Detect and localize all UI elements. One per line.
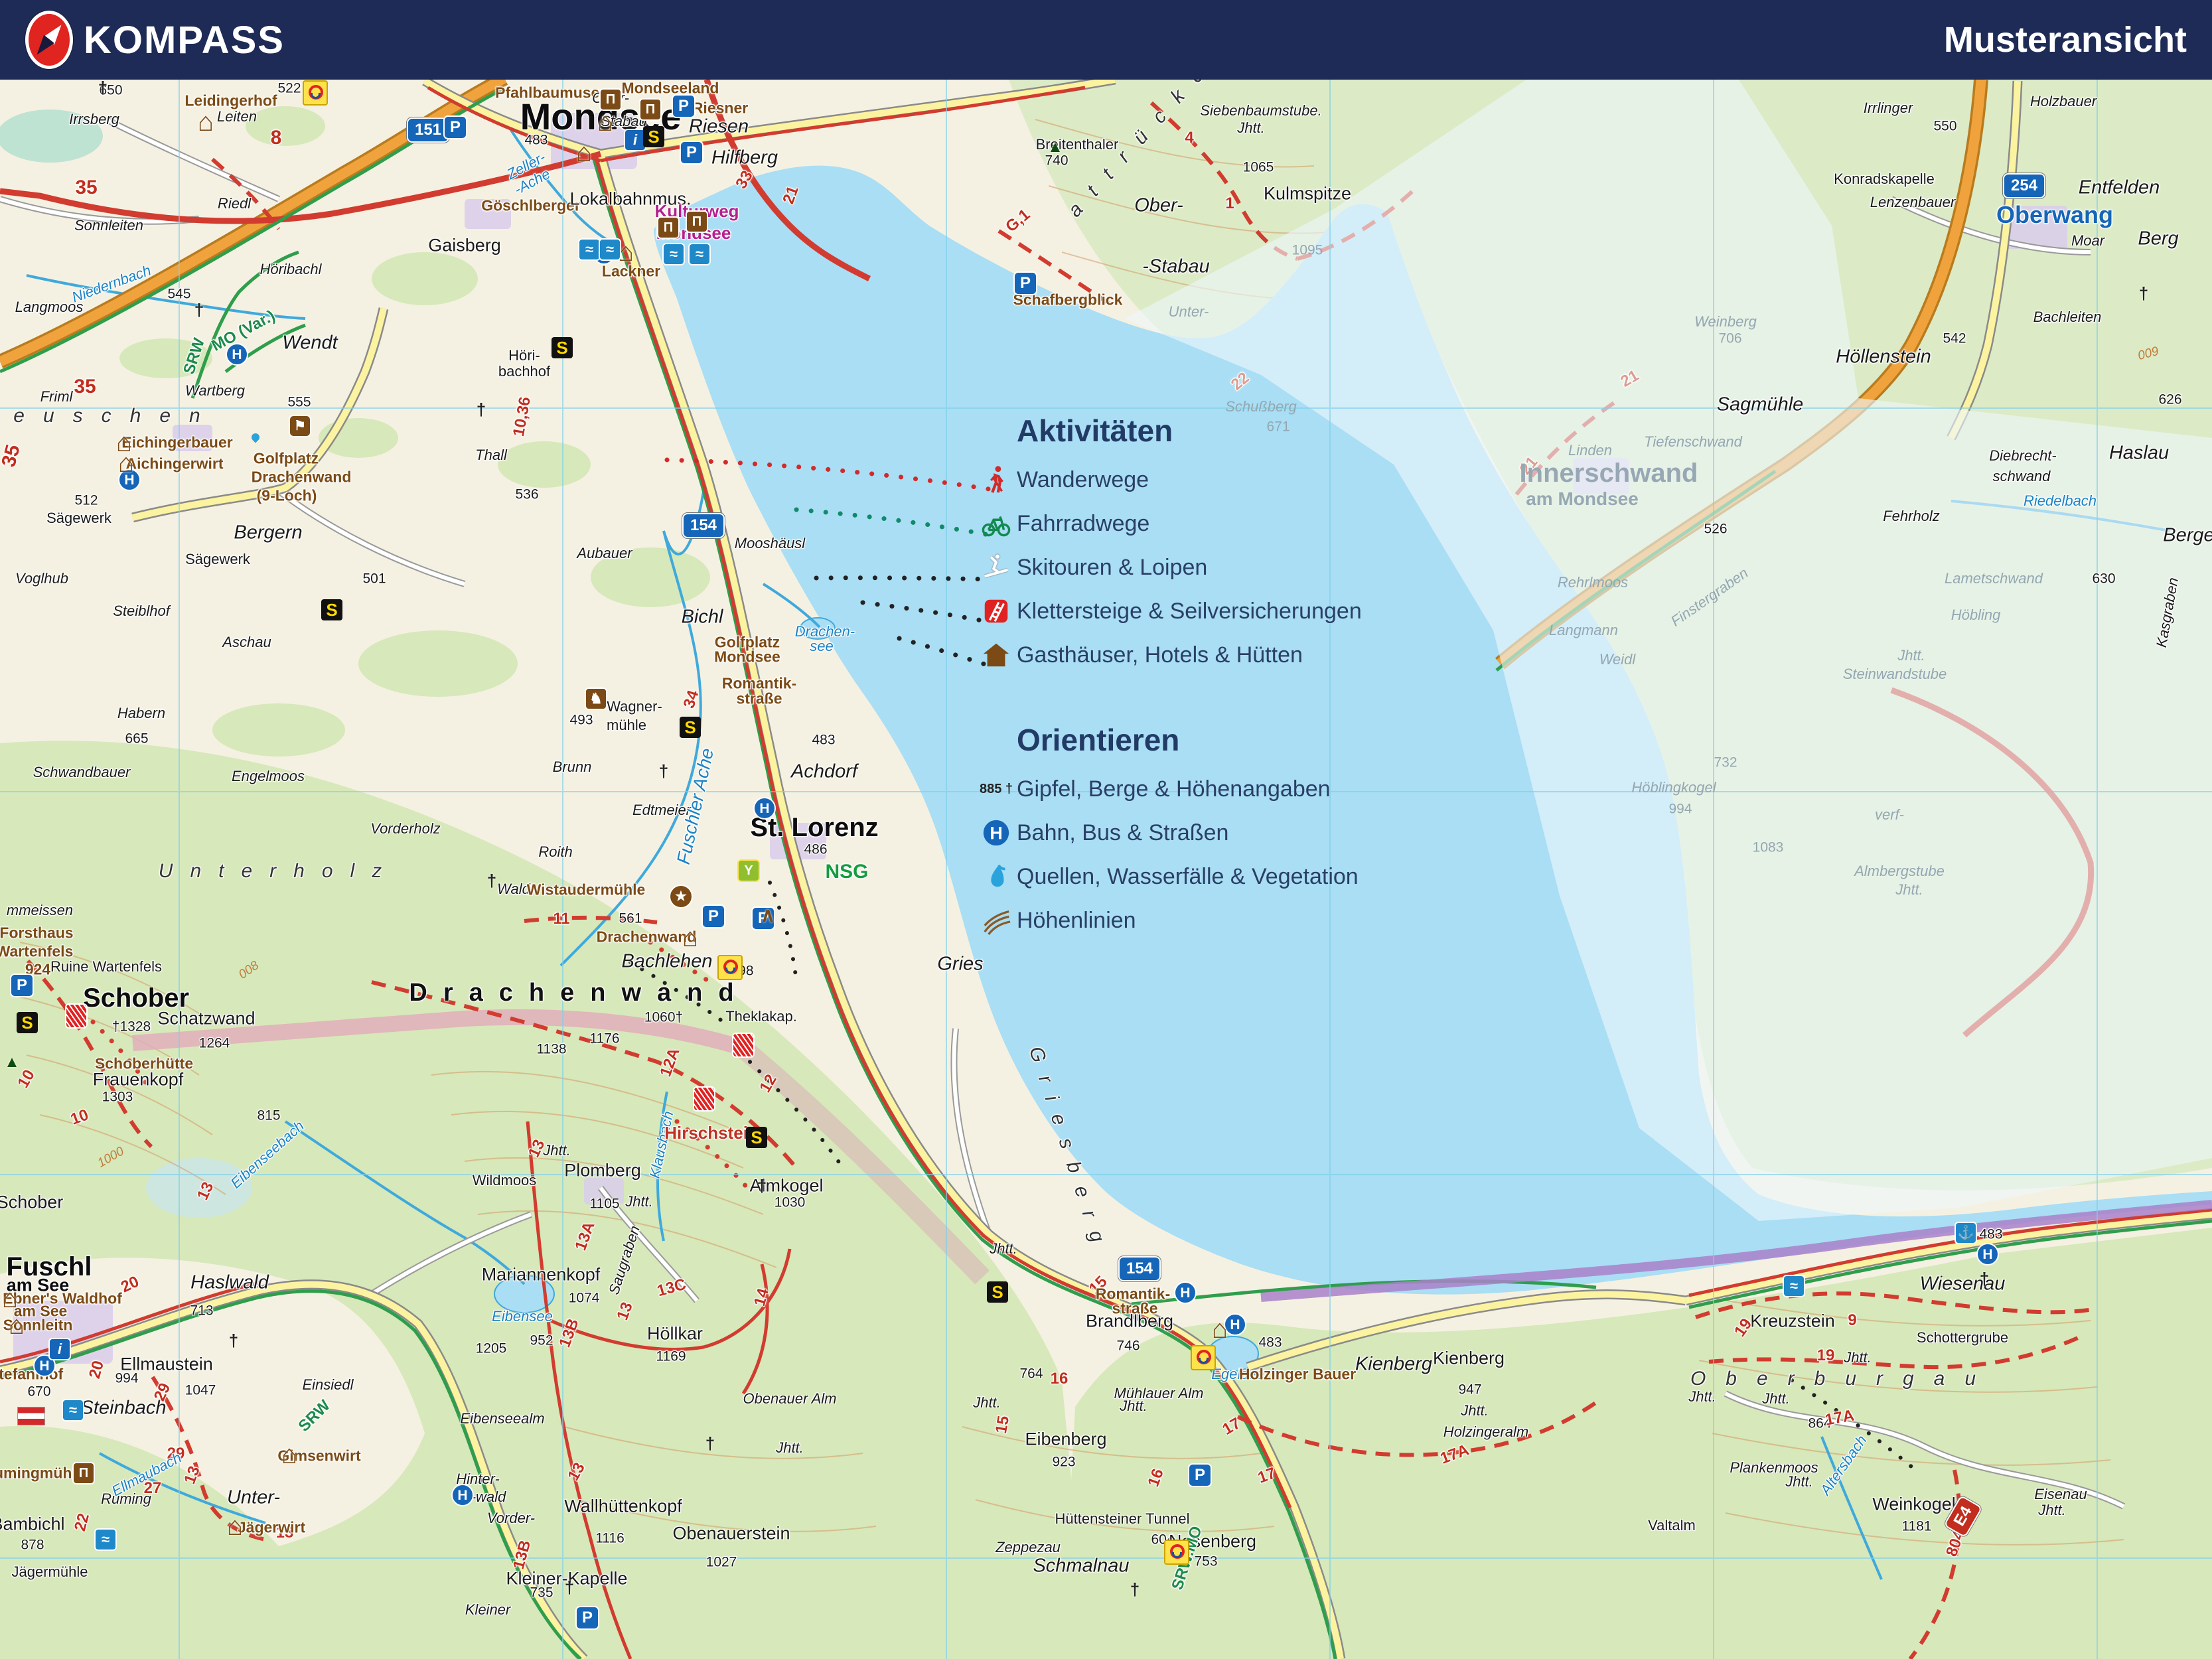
legend-item: Skitouren & Loipen — [976, 545, 1362, 589]
legend-item: 885 †Gipfel, Berge & Höhenangaben — [976, 767, 1359, 811]
legend-item: H Bahn, Bus & Straßen — [976, 811, 1359, 855]
brand-name: KOMPASS — [84, 18, 285, 62]
legend-item-label: Wanderwege — [1017, 467, 1149, 493]
legend-item: Klettersteige & Seilversicherungen — [976, 589, 1362, 633]
ladder-icon — [976, 596, 1017, 626]
bus-stop-icon: H — [976, 818, 1017, 848]
legend-item: Fahrradwege — [976, 502, 1362, 545]
bicycle-icon — [976, 508, 1017, 539]
legend-item: Höhenlinien — [976, 899, 1359, 942]
legend-orientation-title: Orientieren — [1017, 722, 1359, 758]
spring-icon — [976, 861, 1017, 892]
page-title: Musteransicht — [1944, 19, 2187, 60]
svg-text:H: H — [990, 824, 1002, 843]
legend-item: Wanderwege — [976, 458, 1362, 502]
legend-item-label: Fahrradwege — [1017, 511, 1149, 537]
hut-icon — [976, 640, 1017, 670]
legend-item-label: Bahn, Bus & Straßen — [1017, 820, 1228, 846]
legend-orientation: Orientieren 885 †Gipfel, Berge & Höhenan… — [976, 722, 1359, 942]
contour-icon — [976, 905, 1017, 936]
legend-item-label: Gasthäuser, Hotels & Hütten — [1017, 642, 1303, 668]
legend-activities-title: Aktivitäten — [1017, 413, 1362, 449]
legend-activities-items: Wanderwege Fahrradwege Skitouren & Loipen K… — [976, 458, 1362, 677]
legend-orientation-items: 885 †Gipfel, Berge & Höhenangaben H Bahn, … — [976, 767, 1359, 942]
summit-icon: 885 † — [976, 782, 1017, 797]
kompass-logo-icon — [25, 11, 73, 69]
legend-item: Gasthäuser, Hotels & Hütten — [976, 633, 1362, 677]
brand: KOMPASS — [25, 11, 285, 69]
legend-item: Quellen, Wasserfälle & Vegetation — [976, 855, 1359, 899]
legend-item-label: Höhenlinien — [1017, 908, 1136, 934]
map-page: 650IrrsbergLeidingerhofLeiten522835Sonnl… — [0, 0, 2212, 1659]
hiker-icon — [976, 465, 1017, 495]
legend-item-label: Klettersteige & Seilversicherungen — [1017, 599, 1362, 624]
legend-activities: Aktivitäten Wanderwege Fahrradwege Skitour… — [976, 413, 1362, 677]
header-bar: KOMPASS Musteransicht — [0, 0, 2212, 80]
legend-item-label: Skitouren & Loipen — [1017, 555, 1207, 581]
legend-item-label: Quellen, Wasserfälle & Vegetation — [1017, 864, 1359, 890]
skier-icon — [976, 552, 1017, 583]
legend-item-label: Gipfel, Berge & Höhenangaben — [1017, 776, 1331, 802]
